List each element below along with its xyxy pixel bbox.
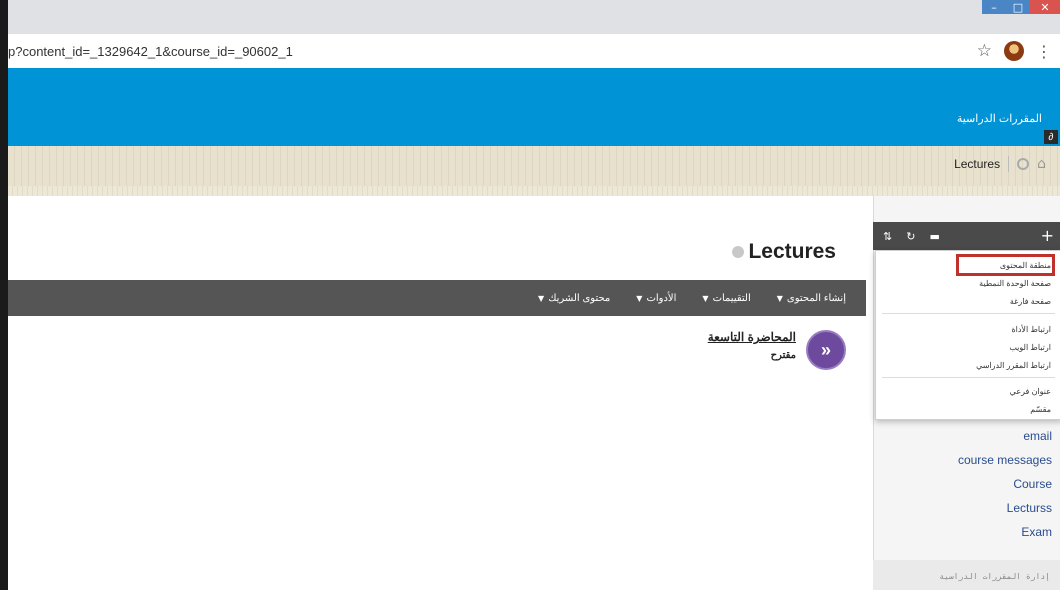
home-icon[interactable]: ⌂ bbox=[1037, 156, 1046, 172]
course-menu-toolbar: ⇅ ↻ ▬ + bbox=[873, 222, 1060, 250]
side-link-course[interactable]: Course bbox=[958, 472, 1052, 496]
page-title-text: Lectures bbox=[748, 240, 836, 263]
breadcrumb-shadow bbox=[8, 186, 1060, 196]
maximize-button[interactable]: □ bbox=[1006, 0, 1030, 14]
side-link-course-messages[interactable]: course messages bbox=[958, 448, 1052, 472]
side-link-email[interactable]: email bbox=[958, 424, 1052, 448]
avatar[interactable] bbox=[1004, 41, 1024, 61]
page-title: Lectures bbox=[732, 240, 836, 264]
minimize-button[interactable]: – bbox=[982, 0, 1006, 14]
courses-link[interactable]: المقررات الدراسية bbox=[957, 112, 1042, 125]
menu-item-module-page[interactable]: صفحة الوحدة النمطية bbox=[979, 279, 1051, 288]
menu-item-tool-link[interactable]: ارتباط الأداة bbox=[1011, 325, 1051, 334]
content-item-subtitle: مقترح bbox=[770, 350, 796, 361]
action-partner-content[interactable]: محتوى الشريك ▼ bbox=[538, 293, 610, 304]
breadcrumb-items: Lectures ⌂ bbox=[954, 156, 1046, 172]
course-management-section: إدارة المقررات الدراسية bbox=[873, 560, 1060, 590]
action-bar: إنشاء المحتوى ▼ التقييمات ▼ الأدوات ▼ مح… bbox=[8, 280, 866, 316]
star-icon[interactable]: ☆ bbox=[977, 41, 992, 61]
content-item-title[interactable]: المحاضرة التاسعة bbox=[708, 330, 796, 344]
chevron-down-icon: ▼ bbox=[702, 293, 709, 303]
chevron-down-icon: ▼ bbox=[636, 293, 643, 303]
action-menu: إنشاء المحتوى ▼ التقييمات ▼ الأدوات ▼ مح… bbox=[538, 280, 846, 316]
breadcrumb-current[interactable]: Lectures bbox=[954, 157, 1000, 171]
action-assessments[interactable]: التقييمات ▼ bbox=[702, 293, 750, 304]
breadcrumb-divider bbox=[1008, 156, 1010, 172]
kebab-icon[interactable]: ⋮ bbox=[1036, 42, 1052, 61]
menu-item-subheader[interactable]: عنوان فرعي bbox=[1010, 387, 1051, 396]
action-assessments-label: التقييمات bbox=[712, 292, 751, 304]
link-icon[interactable]: ∂ bbox=[1044, 130, 1058, 144]
breadcrumb: Lectures ⌂ bbox=[8, 146, 1060, 186]
refresh-icon[interactable]: ↻ bbox=[906, 230, 915, 243]
left-window-edge bbox=[0, 0, 8, 590]
content-item-text: المحاضرة التاسعة مقترح bbox=[708, 330, 796, 361]
window-controls: – □ ✕ bbox=[982, 0, 1060, 14]
breadcrumb-menu-icon[interactable] bbox=[1017, 158, 1030, 170]
window-titlebar: – □ ✕ bbox=[8, 0, 1060, 34]
side-link-lecturss[interactable]: Lecturss bbox=[958, 496, 1052, 520]
menu-item-web-link[interactable]: ارتباط الويب bbox=[1009, 343, 1051, 352]
folder-icon[interactable]: ▬ bbox=[929, 230, 939, 243]
title-options-icon[interactable] bbox=[732, 246, 745, 258]
url-text[interactable]: p?content_id=_1329642_1&course_id=_90602… bbox=[8, 44, 293, 59]
action-tools-label: الأدوات bbox=[646, 292, 677, 304]
content-item: المحاضرة التاسعة مقترح » bbox=[708, 330, 846, 370]
action-tools[interactable]: الأدوات ▼ bbox=[636, 293, 676, 304]
chevron-down-icon: ▼ bbox=[538, 293, 545, 303]
course-management-label[interactable]: إدارة المقررات الدراسية bbox=[939, 572, 1050, 581]
address-bar-icons: ☆ ⋮ bbox=[977, 41, 1052, 61]
forward-arrow-icon: » bbox=[806, 330, 846, 370]
side-link-exam[interactable]: Exam bbox=[958, 520, 1052, 544]
action-partner-content-label: محتوى الشريك bbox=[548, 292, 611, 304]
menu-divider bbox=[882, 313, 1055, 314]
menu-divider bbox=[882, 377, 1055, 378]
plus-icon[interactable]: + bbox=[1041, 226, 1054, 245]
menu-item-divider[interactable]: مقسّم bbox=[1030, 405, 1051, 414]
site-header: المقررات الدراسية ∂ bbox=[8, 68, 1060, 146]
menu-item-course-link[interactable]: ارتباط المقرر الدراسي bbox=[976, 361, 1051, 370]
chevron-down-icon: ▼ bbox=[776, 293, 783, 303]
sort-icon[interactable]: ⇅ bbox=[883, 230, 892, 243]
course-menu-links: email course messages Course Lecturss Ex… bbox=[958, 424, 1052, 544]
menu-item-blank-page[interactable]: صفحة فارغة bbox=[1010, 297, 1051, 306]
add-menu-dropdown: منطقة المحتوى صفحة الوحدة النمطية صفحة ف… bbox=[875, 250, 1060, 420]
address-bar[interactable]: p?content_id=_1329642_1&course_id=_90602… bbox=[8, 34, 1060, 69]
action-create-content[interactable]: إنشاء المحتوى ▼ bbox=[777, 293, 846, 304]
menu-item-content-area[interactable]: منطقة المحتوى bbox=[1000, 261, 1051, 270]
action-create-content-label: إنشاء المحتوى bbox=[786, 292, 846, 304]
close-button[interactable]: ✕ bbox=[1030, 0, 1060, 14]
